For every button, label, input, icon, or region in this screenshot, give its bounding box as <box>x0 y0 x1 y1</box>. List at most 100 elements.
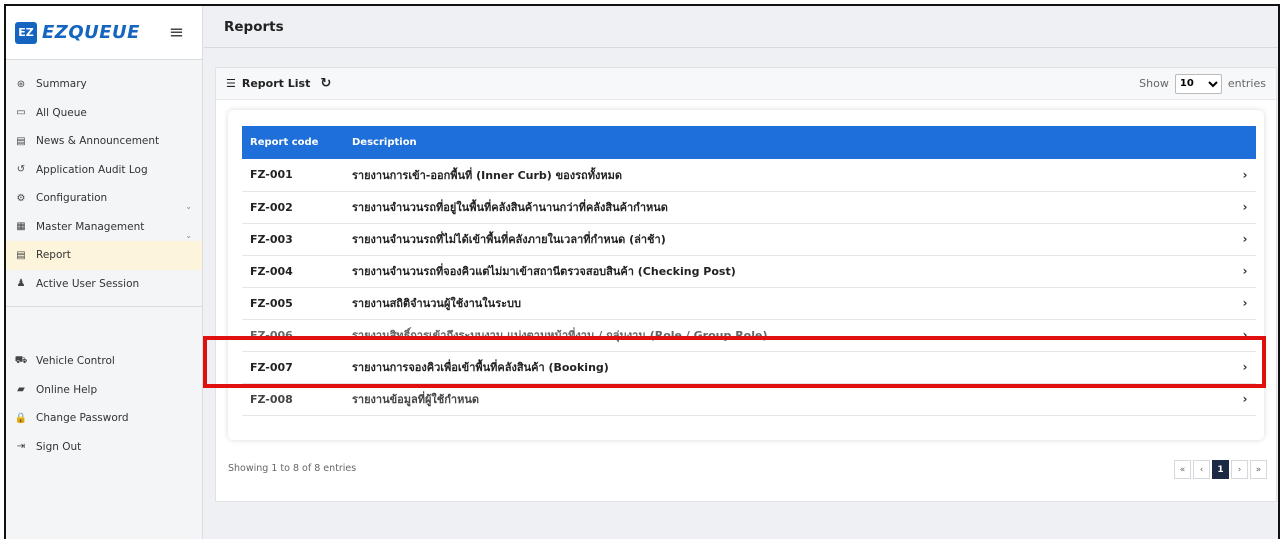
last-page-button[interactable]: » <box>1250 460 1267 479</box>
table-header-row: Report code Description <box>242 126 1256 159</box>
show-label: Show <box>1139 77 1169 90</box>
report-code-cell: FZ-002 <box>250 200 293 214</box>
entries-control: Show 10 entries <box>1139 73 1266 94</box>
report-table: Report code Description FZ-001 รายงานการเ… <box>242 126 1256 416</box>
sidebar-item-label: Active User Session <box>36 277 140 290</box>
table-icon: ▦ <box>16 221 26 233</box>
dashboard-icon: ⊛ <box>16 78 26 90</box>
app-window: EZ EZQUEUE ≡ ⊛ Summary ▭ All Queue ▤ News & A… <box>4 4 1280 539</box>
sidebar-item-report[interactable]: ▤ Report <box>6 241 202 270</box>
sidebar-nav-secondary: ⛟ Vehicle Control ▰ Online Help 🔒 Change Pass… <box>6 307 202 461</box>
sidebar-item-label: Sign Out <box>36 440 82 453</box>
sidebar-item-label: All Queue <box>36 106 87 119</box>
chevron-right-icon[interactable]: › <box>1226 351 1256 383</box>
history-icon: ↺ <box>16 164 26 176</box>
sidebar-item-configuration[interactable]: ⚙ Configuration ⌄ <box>6 184 202 213</box>
report-description-cell: รายงานจำนวนรถที่จองคิวแต่ไม่มาเข้าสถานีต… <box>352 265 736 278</box>
refresh-icon[interactable]: ↻ <box>320 76 331 91</box>
sidebar-item-all-queue[interactable]: ▭ All Queue <box>6 99 202 128</box>
table-card: Report code Description FZ-001 รายงานการเ… <box>228 110 1264 440</box>
report-code-cell: FZ-001 <box>250 168 293 182</box>
page-header: Reports <box>204 6 1278 48</box>
report-description-cell: รายงานสิทธิ์การเข้าถึงระบบงาน แบ่งตามหน้… <box>352 329 768 342</box>
table-row[interactable]: FZ-007 รายงานการจองคิวเพื่อเข้าพื้นที่คลั… <box>242 351 1256 383</box>
report-description-cell: รายงานสถิติจำนวนผู้ใช้งานในระบบ <box>352 297 521 310</box>
news-icon: ▤ <box>16 135 26 147</box>
column-header-description: Description <box>352 137 417 148</box>
sidebar-item-label: Summary <box>36 78 87 91</box>
gears-icon: ⚙ <box>16 192 26 204</box>
table-row[interactable]: FZ-003 รายงานจำนวนรถที่ไม่ได้เข้าพื้นที่ค… <box>242 223 1256 255</box>
table-row[interactable]: FZ-006 รายงานสิทธิ์การเข้าถึงระบบงาน แบ่ง… <box>242 319 1256 351</box>
report-list-panel: ☰ Report List ↻ Show 10 entries Report c… <box>215 67 1277 502</box>
sidebar-item-vehicle-control[interactable]: ⛟ Vehicle Control <box>6 347 202 376</box>
sidebar-nav: ⊛ Summary ▭ All Queue ▤ News & Announcement ↺ A… <box>6 60 202 298</box>
report-code-cell: FZ-004 <box>250 264 293 278</box>
chevron-right-icon[interactable]: › <box>1226 255 1256 287</box>
prev-page-button[interactable]: ‹ <box>1193 460 1210 479</box>
lock-icon: 🔒 <box>14 412 28 424</box>
user-icon: ♟ <box>16 278 26 290</box>
sidebar-item-label: Configuration <box>36 192 108 205</box>
truck-icon: ⛟ <box>14 354 28 366</box>
chevron-right-icon[interactable]: › <box>1226 159 1256 191</box>
table-info: Showing 1 to 8 of 8 entries <box>228 463 357 474</box>
hamburger-icon[interactable]: ≡ <box>169 22 184 43</box>
report-description-cell: รายงานข้อมูลที่ผู้ใช้กำหนด <box>352 393 479 406</box>
table-row[interactable]: FZ-005 รายงานสถิติจำนวนผู้ใช้งานในระบบ › <box>242 287 1256 319</box>
chevron-right-icon[interactable]: › <box>1226 287 1256 319</box>
sidebar-item-change-password[interactable]: 🔒 Change Password <box>6 404 202 433</box>
sign-out-icon: ⇥ <box>16 441 26 453</box>
queue-icon: ▭ <box>16 107 26 119</box>
entries-label: entries <box>1227 77 1266 90</box>
brand-name: EZQUEUE <box>42 22 140 43</box>
file-icon: ▤ <box>16 249 26 261</box>
sidebar: EZ EZQUEUE ≡ ⊛ Summary ▭ All Queue ▤ News & A… <box>6 6 203 539</box>
next-page-button[interactable]: › <box>1231 460 1248 479</box>
page-title: Reports <box>224 18 284 35</box>
report-description-cell: รายงานจำนวนรถที่อยู่ในพื้นที่คลังสินค้าน… <box>352 201 668 214</box>
report-description-cell: รายงานการจองคิวเพื่อเข้าพื้นที่คลังสินค้… <box>352 361 609 374</box>
sidebar-item-master-management[interactable]: ▦ Master Management ⌄ <box>6 213 202 242</box>
brand-bar: EZ EZQUEUE ≡ <box>6 6 202 60</box>
report-code-cell: FZ-003 <box>250 232 293 246</box>
sidebar-item-active-user-session[interactable]: ♟ Active User Session <box>6 270 202 299</box>
chevron-right-icon[interactable]: › <box>1226 319 1256 351</box>
sidebar-item-online-help[interactable]: ▰ Online Help <box>6 376 202 405</box>
sidebar-item-label: Master Management <box>36 220 145 233</box>
chevron-right-icon[interactable]: › <box>1226 223 1256 255</box>
current-page-button[interactable]: 1 <box>1212 460 1229 479</box>
pagination: « ‹ 1 › » <box>1172 460 1267 479</box>
chevron-down-icon: ⌄ <box>185 202 192 211</box>
sidebar-item-label: News & Announcement <box>36 135 160 148</box>
entries-select[interactable]: 10 <box>1174 73 1222 94</box>
chevron-down-icon: ⌄ <box>185 230 192 240</box>
report-description-cell: รายงานจำนวนรถที่ไม่ได้เข้าพื้นที่คลังภาย… <box>352 233 666 246</box>
sidebar-item-label: Online Help <box>36 383 98 396</box>
brand-logo: EZ <box>15 21 37 44</box>
chevron-right-icon[interactable]: › <box>1226 191 1256 223</box>
table-row[interactable]: FZ-004 รายงานจำนวนรถที่จองคิวแต่ไม่มาเข้า… <box>242 255 1256 287</box>
sidebar-item-news-announcement[interactable]: ▤ News & Announcement <box>6 127 202 156</box>
sidebar-item-summary[interactable]: ⊛ Summary <box>6 70 202 99</box>
book-icon: ▰ <box>17 384 25 396</box>
sidebar-item-label: Vehicle Control <box>36 355 115 368</box>
report-code-cell: FZ-005 <box>250 296 293 310</box>
panel-header: ☰ Report List ↻ Show 10 entries <box>216 68 1276 100</box>
sidebar-item-sign-out[interactable]: ⇥ Sign Out <box>6 433 202 462</box>
table-row[interactable]: FZ-002 รายงานจำนวนรถที่อยู่ในพื้นที่คลังส… <box>242 191 1256 223</box>
table-row[interactable]: FZ-008 รายงานข้อมูลที่ผู้ใช้กำหนด › <box>242 383 1256 415</box>
table-row[interactable]: FZ-001 รายงานการเข้า-ออกพื้นที่ (Inner Cu… <box>242 159 1256 191</box>
sidebar-item-label: Change Password <box>36 412 129 425</box>
report-code-cell: FZ-008 <box>250 392 293 406</box>
sidebar-item-application-audit-log[interactable]: ↺ Application Audit Log <box>6 156 202 185</box>
sidebar-item-label: Application Audit Log <box>36 163 148 176</box>
column-header-code: Report code <box>250 137 319 148</box>
panel-title: Report List <box>241 77 311 90</box>
chevron-right-icon[interactable]: › <box>1226 383 1256 415</box>
sidebar-item-label: Report <box>36 249 71 262</box>
report-description-cell: รายงานการเข้า-ออกพื้นที่ (Inner Curb) ขอ… <box>352 168 622 182</box>
report-code-cell: FZ-007 <box>250 360 293 374</box>
first-page-button[interactable]: « <box>1174 460 1191 479</box>
list-icon: ☰ <box>226 77 236 90</box>
